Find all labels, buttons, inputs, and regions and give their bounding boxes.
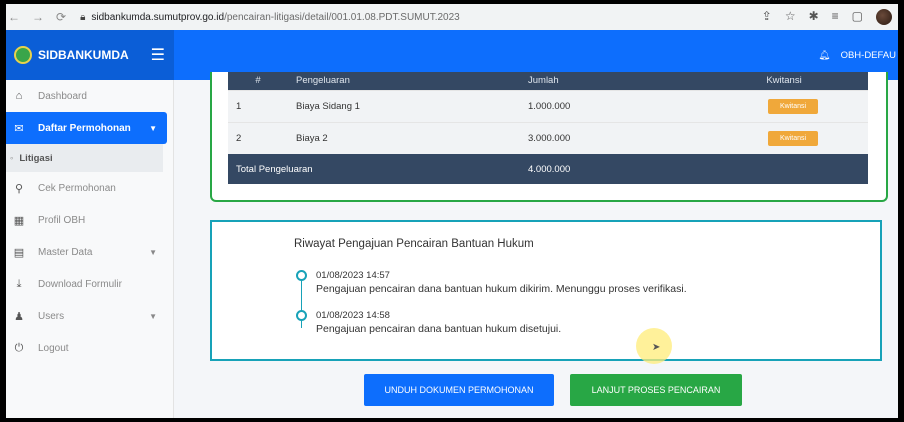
sidebar-item-label: Download Formulir (38, 278, 122, 290)
sidebar-item-label: Users (38, 310, 65, 322)
forward-icon[interactable]: → (32, 10, 44, 24)
col-no: # (228, 72, 288, 90)
row-amount: 1.000.000 (520, 89, 700, 122)
sidebar-item-logout[interactable]: ⏻ Logout (6, 332, 173, 364)
caret-down-icon: ▼ (149, 311, 157, 321)
row-amount: 3.000.000 (520, 121, 700, 154)
sidebar-item-label: Logout (38, 342, 69, 354)
sidebar-item-dashboard[interactable]: ⌂ Dashboard (6, 80, 173, 112)
row-name: Biaya 2 (288, 121, 520, 154)
bell-icon[interactable]: 🔔︎ (819, 50, 831, 61)
screen-frame: ← → ⟳ 🔒︎ sidbankumda.sumutprov.go.id/pen… (6, 4, 898, 418)
timeline-date: 01/08/2023 14:57 (316, 270, 390, 281)
continue-disbursement-button[interactable]: LANJUT PROSES PENCAIRAN (570, 374, 742, 406)
grid-icon: ▦ (13, 214, 25, 227)
extensions-icon[interactable]: ✱ (809, 9, 819, 25)
total-row: Total Pengeluaran 4.000.000 (228, 154, 868, 184)
sidebar-item-download-formulir[interactable]: ⤓ Download Formulir (6, 268, 173, 300)
expenses-card: # Pengeluaran Jumlah Kwitansi 1 Biaya Si… (210, 72, 888, 202)
row-no: 1 (228, 89, 288, 122)
sidebar-item-label: Master Data (38, 246, 93, 258)
mouse-pointer-icon: ➤ (652, 342, 661, 353)
bullet-icon: ◦ (10, 152, 14, 164)
sidebar-item-label: Cek Permohonan (38, 182, 116, 194)
cursor-highlight: ➤ (636, 328, 672, 364)
profile-avatar[interactable] (876, 9, 892, 25)
url-field[interactable]: 🔒︎ sidbankumda.sumutprov.go.id/pencairan… (80, 12, 460, 23)
main-content: # Pengeluaran Jumlah Kwitansi 1 Biaya Si… (174, 72, 898, 418)
sidebar-item-cek-permohonan[interactable]: ⚲ Cek Permohonan (6, 172, 173, 204)
sidebar-subitem-label: Litigasi (19, 152, 53, 164)
table-row: 1 Biaya Sidang 1 1.000.000 Kwitansi (228, 89, 868, 122)
reload-icon[interactable]: ⟳ (56, 10, 66, 24)
user-name: OBH-DEFAU (840, 49, 896, 61)
back-icon[interactable]: ← (8, 10, 20, 24)
brand-name: SIDBANKUMDA (38, 48, 129, 62)
url-host: sidbankumda.sumutprov.go.id (91, 11, 225, 23)
history-title: Riwayat Pengajuan Pencairan Bantuan Huku… (294, 238, 534, 250)
history-card: Riwayat Pengajuan Pencairan Bantuan Huku… (210, 220, 882, 361)
brand-logo (14, 46, 32, 64)
envelope-icon: ✉ (14, 122, 24, 135)
sidebar-item-label: Dashboard (38, 90, 87, 102)
media-icon[interactable]: ≡ (832, 9, 839, 25)
timeline: 01/08/2023 14:57 Pengajuan pencairan dan… (296, 270, 687, 350)
sidebar-subitem-litigasi[interactable]: ◦ Litigasi (6, 144, 163, 172)
table-header-row: # Pengeluaran Jumlah Kwitansi (228, 72, 868, 90)
user-icon: ♟ (14, 310, 24, 323)
timeline-text: Pengajuan pencairan dana bantuan hukum d… (316, 283, 687, 295)
kwitansi-button[interactable]: Kwitansi (768, 98, 819, 114)
row-name: Biaya Sidang 1 (288, 89, 520, 122)
download-icon: ⤓ (16, 277, 22, 290)
timeline-item: 01/08/2023 14:58 Pengajuan pencairan dan… (296, 310, 687, 350)
kwitansi-button[interactable]: Kwitansi (768, 130, 819, 146)
lock-icon: 🔒︎ (80, 11, 86, 23)
col-kwitansi: Kwitansi (700, 72, 868, 90)
download-document-button[interactable]: UNDUH DOKUMEN PERMOHONAN (364, 374, 554, 406)
sidebar-item-profil-obh[interactable]: ▦ Profil OBH (6, 204, 173, 236)
search-icon: ⚲ (14, 182, 24, 195)
sidebar-item-daftar-permohonan[interactable]: ✉ Daftar Permohonan ▼ (6, 112, 167, 144)
total-value: 4.000.000 (520, 154, 868, 184)
row-no: 2 (228, 121, 288, 154)
caret-down-icon: ▼ (149, 123, 157, 133)
share-icon[interactable]: ⇪ (762, 9, 772, 25)
sidebar-item-master-data[interactable]: ▤ Master Data ▼ (6, 236, 173, 268)
timeline-dot-icon (296, 270, 307, 281)
timeline-item: 01/08/2023 14:57 Pengajuan pencairan dan… (296, 270, 687, 310)
table-row: 2 Biaya 2 3.000.000 Kwitansi (228, 121, 868, 154)
timeline-date: 01/08/2023 14:58 (316, 310, 390, 321)
star-icon[interactable]: ☆ (785, 9, 796, 25)
timeline-text: Pengajuan pencairan dana bantuan hukum d… (316, 323, 562, 335)
power-icon: ⏻ (14, 341, 24, 354)
total-label: Total Pengeluaran (228, 154, 520, 184)
sidebar-item-label: Daftar Permohonan (38, 122, 131, 134)
sidepanel-icon[interactable]: ▢ (852, 9, 863, 25)
col-pengeluaran: Pengeluaran (288, 72, 520, 90)
database-icon: ▤ (13, 246, 25, 259)
sidebar: ⌂ Dashboard ✉ Daftar Permohonan ▼ ◦ Liti… (6, 80, 174, 418)
url-path: /pencairan-litigasi/detail/001.01.08.PDT… (224, 11, 460, 23)
sidebar-item-users[interactable]: ♟ Users ▼ (6, 300, 173, 332)
timeline-dot-icon (296, 310, 307, 321)
sidebar-item-label: Profil OBH (38, 214, 86, 226)
expenses-table: # Pengeluaran Jumlah Kwitansi 1 Biaya Si… (228, 72, 868, 184)
caret-down-icon: ▼ (149, 247, 157, 257)
home-icon: ⌂ (15, 90, 23, 102)
col-jumlah: Jumlah (520, 72, 700, 90)
browser-address-bar: ← → ⟳ 🔒︎ sidbankumda.sumutprov.go.id/pen… (6, 4, 898, 30)
brand[interactable]: SIDBANKUMDA ☰ (6, 30, 174, 80)
hamburger-icon[interactable]: ☰ (151, 45, 165, 65)
